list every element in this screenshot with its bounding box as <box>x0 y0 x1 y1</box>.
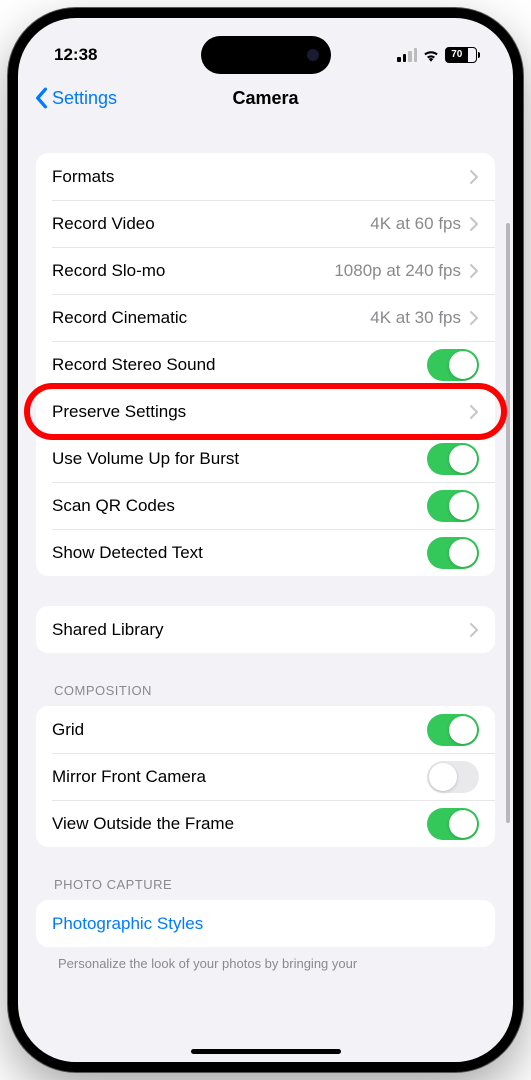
toggle-grid[interactable] <box>427 714 479 746</box>
label-record-cinematic: Record Cinematic <box>52 308 370 328</box>
row-scan-qr[interactable]: Scan QR Codes <box>36 482 495 529</box>
scroll-indicator[interactable] <box>506 223 510 823</box>
label-scan-qr: Scan QR Codes <box>52 496 427 516</box>
label-formats: Formats <box>52 167 469 187</box>
back-label: Settings <box>52 88 117 109</box>
label-record-slomo: Record Slo-mo <box>52 261 334 281</box>
row-view-outside[interactable]: View Outside the Frame <box>36 800 495 847</box>
row-photographic-styles[interactable]: Photographic Styles <box>36 900 495 947</box>
label-record-stereo: Record Stereo Sound <box>52 355 427 375</box>
value-record-cinematic: 4K at 30 fps <box>370 308 461 328</box>
row-record-stereo[interactable]: Record Stereo Sound <box>36 341 495 388</box>
chevron-right-icon <box>469 622 479 638</box>
row-record-slomo[interactable]: Record Slo-mo 1080p at 240 fps <box>36 247 495 294</box>
row-record-cinematic[interactable]: Record Cinematic 4K at 30 fps <box>36 294 495 341</box>
row-formats[interactable]: Formats <box>36 153 495 200</box>
label-view-outside: View Outside the Frame <box>52 814 427 834</box>
toggle-scan-qr[interactable] <box>427 490 479 522</box>
row-record-video[interactable]: Record Video 4K at 60 fps <box>36 200 495 247</box>
back-button[interactable]: Settings <box>34 87 117 109</box>
label-record-video: Record Video <box>52 214 370 234</box>
label-photographic-styles: Photographic Styles <box>52 914 479 934</box>
value-record-slomo: 1080p at 240 fps <box>334 261 461 281</box>
chevron-right-icon <box>469 169 479 185</box>
section-header-photo-capture: PHOTO CAPTURE <box>54 877 495 892</box>
dynamic-island <box>201 36 331 74</box>
row-shared-library[interactable]: Shared Library <box>36 606 495 653</box>
label-preserve-settings: Preserve Settings <box>52 402 469 422</box>
toggle-record-stereo[interactable] <box>427 349 479 381</box>
status-time: 12:38 <box>54 45 97 65</box>
section-header-composition: COMPOSITION <box>54 683 495 698</box>
chevron-left-icon <box>34 87 48 109</box>
row-volume-burst[interactable]: Use Volume Up for Burst <box>36 435 495 482</box>
label-volume-burst: Use Volume Up for Burst <box>52 449 427 469</box>
toggle-mirror-front[interactable] <box>427 761 479 793</box>
page-title: Camera <box>232 88 298 109</box>
chevron-right-icon <box>469 310 479 326</box>
toggle-view-outside[interactable] <box>427 808 479 840</box>
label-mirror-front: Mirror Front Camera <box>52 767 427 787</box>
toggle-detected-text[interactable] <box>427 537 479 569</box>
row-detected-text[interactable]: Show Detected Text <box>36 529 495 576</box>
row-preserve-settings[interactable]: Preserve Settings <box>36 388 495 435</box>
row-grid[interactable]: Grid <box>36 706 495 753</box>
chevron-right-icon <box>469 404 479 420</box>
chevron-right-icon <box>469 263 479 279</box>
chevron-right-icon <box>469 216 479 232</box>
row-mirror-front[interactable]: Mirror Front Camera <box>36 753 495 800</box>
wifi-icon <box>422 48 440 62</box>
footer-text: Personalize the look of your photos by b… <box>58 955 473 973</box>
toggle-volume-burst[interactable] <box>427 443 479 475</box>
cellular-signal-icon <box>397 48 417 62</box>
home-indicator[interactable] <box>191 1049 341 1054</box>
value-record-video: 4K at 60 fps <box>370 214 461 234</box>
navbar: Settings Camera <box>18 73 513 123</box>
label-detected-text: Show Detected Text <box>52 543 427 563</box>
battery-icon: 70 <box>445 47 477 63</box>
label-shared-library: Shared Library <box>52 620 469 640</box>
label-grid: Grid <box>52 720 427 740</box>
